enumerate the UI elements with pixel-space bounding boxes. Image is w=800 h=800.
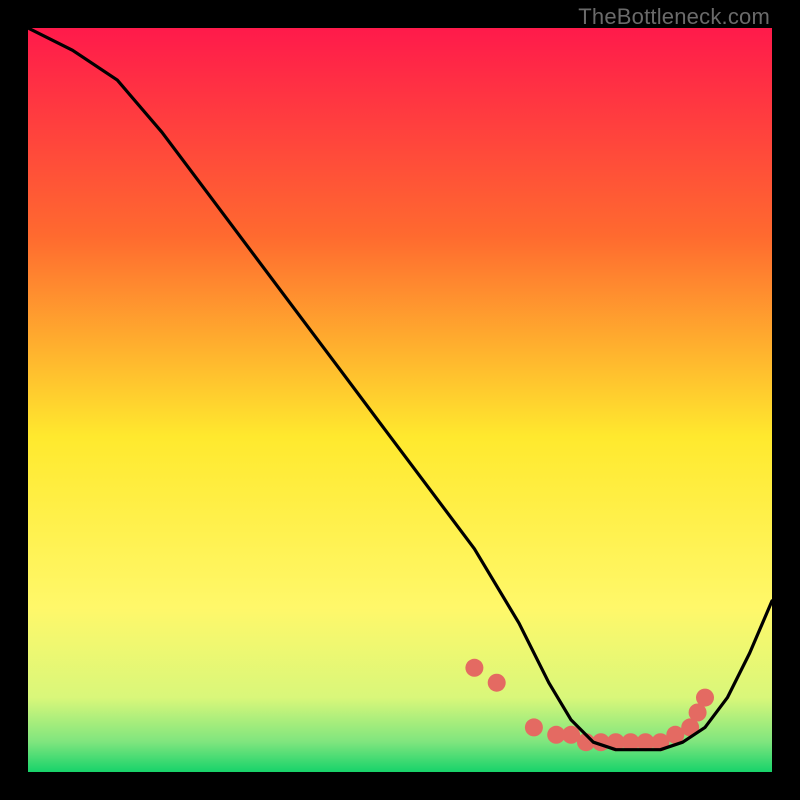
- chart-plot: [28, 28, 772, 772]
- marker-dot: [696, 689, 714, 707]
- marker-dot: [488, 674, 506, 692]
- chart-background: [28, 28, 772, 772]
- watermark-text: TheBottleneck.com: [578, 4, 770, 30]
- chart-frame: [28, 28, 772, 772]
- marker-dot: [465, 659, 483, 677]
- marker-dot: [525, 718, 543, 736]
- chart-svg: [28, 28, 772, 772]
